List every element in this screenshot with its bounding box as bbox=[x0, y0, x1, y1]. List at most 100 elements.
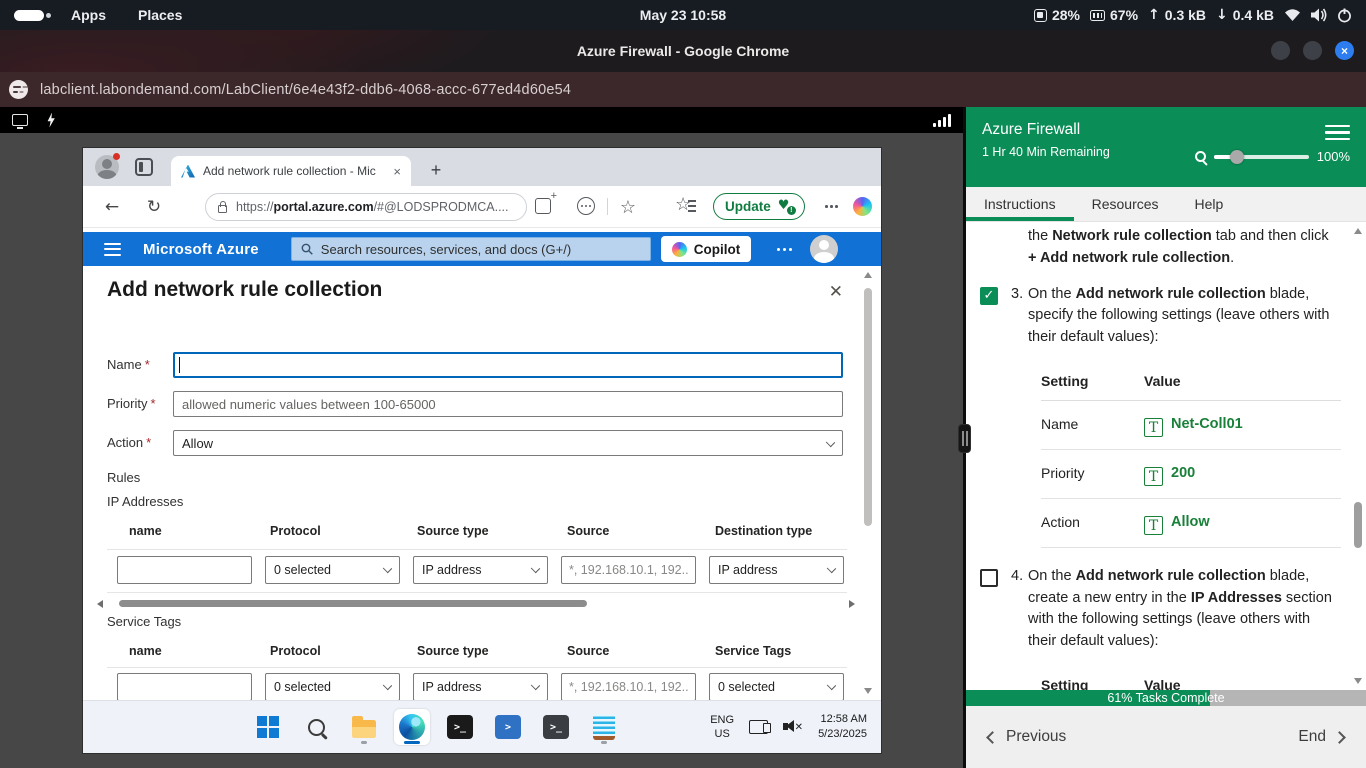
panel-scrollbar[interactable] bbox=[1352, 224, 1364, 688]
zoom-slider-knob[interactable] bbox=[1230, 150, 1244, 164]
lab-instructions-panel: Azure Firewall 1 Hr 40 Min Remaining 100… bbox=[966, 107, 1366, 768]
system-clock[interactable]: May 23 10:58 bbox=[640, 0, 726, 30]
chrome-url-text[interactable]: labclient.labondemand.com/LabClient/6e4e… bbox=[40, 82, 571, 98]
edge-menu-icon[interactable] bbox=[825, 205, 838, 208]
actions-lightning-icon[interactable] bbox=[46, 113, 56, 128]
service-tags-dropdown[interactable]: 0 selected bbox=[709, 673, 844, 700]
edge-active-tab[interactable]: Add network rule collection - Mic × bbox=[171, 156, 411, 186]
refresh-button[interactable]: ↻ bbox=[141, 194, 167, 220]
powershell-button[interactable]: > bbox=[490, 709, 526, 745]
notepad-button[interactable] bbox=[586, 709, 622, 745]
previous-button[interactable]: Previous bbox=[988, 728, 1066, 746]
ip-source-type-dropdown[interactable]: IP address bbox=[413, 556, 548, 584]
grid-horizontal-scrollbar[interactable] bbox=[111, 599, 841, 608]
net-upload-indicator[interactable]: ↑ 0.3 kB bbox=[1148, 7, 1206, 23]
edge-address-bar[interactable]: https://portal.azure.com/#@LODSPRODMCA..… bbox=[205, 193, 527, 221]
ip-source-input[interactable] bbox=[561, 556, 696, 584]
split-screen-icon[interactable] bbox=[535, 198, 551, 214]
scroll-down-arrow[interactable] bbox=[1354, 678, 1362, 684]
portal-more-icon[interactable] bbox=[777, 248, 792, 251]
lock-icon[interactable] bbox=[218, 205, 227, 213]
scroll-left-arrow[interactable] bbox=[97, 600, 103, 608]
name-input[interactable] bbox=[173, 352, 843, 378]
back-button[interactable]: ← bbox=[99, 194, 125, 220]
new-tab-button[interactable]: + bbox=[423, 157, 449, 183]
scroll-up-arrow[interactable] bbox=[864, 272, 872, 278]
account-avatar[interactable] bbox=[810, 235, 838, 263]
end-button[interactable]: End bbox=[1298, 728, 1344, 746]
scroll-right-arrow[interactable] bbox=[849, 600, 855, 608]
lab-menu-icon[interactable] bbox=[1325, 125, 1350, 140]
display-icon[interactable] bbox=[12, 114, 28, 126]
cpu-icon bbox=[1034, 9, 1047, 22]
tab-search-icon[interactable] bbox=[135, 158, 153, 176]
zoom-magnifier-icon[interactable] bbox=[1195, 151, 1206, 162]
apps-menu[interactable]: Apps bbox=[59, 3, 118, 27]
service-source-type-dropdown[interactable]: IP address bbox=[413, 673, 548, 700]
favorites-list-icon[interactable]: ☆ bbox=[675, 194, 696, 215]
blade-vertical-scrollbar[interactable] bbox=[863, 270, 873, 696]
terminal-button[interactable]: >_ bbox=[538, 709, 574, 745]
tab-instructions[interactable]: Instructions bbox=[966, 187, 1074, 221]
minimize-button[interactable] bbox=[1271, 41, 1290, 60]
start-button[interactable] bbox=[250, 709, 286, 745]
extensions-icon[interactable] bbox=[577, 197, 595, 215]
language-indicator[interactable]: ENG US bbox=[710, 713, 734, 742]
tab-close-icon[interactable]: × bbox=[393, 164, 401, 179]
memory-indicator[interactable]: 67% bbox=[1090, 7, 1138, 23]
lab-panel-header: Azure Firewall 1 Hr 40 Min Remaining 100… bbox=[966, 107, 1366, 187]
volume-muted-icon[interactable]: ✕ bbox=[783, 719, 803, 735]
network-tray-icon[interactable] bbox=[749, 720, 768, 734]
required-asterisk: * bbox=[145, 357, 150, 372]
places-menu[interactable]: Places bbox=[126, 3, 194, 27]
edge-update-button[interactable]: Update bbox=[713, 193, 805, 220]
step3-checkbox[interactable]: ✓ bbox=[980, 287, 998, 305]
zoom-slider[interactable] bbox=[1214, 155, 1309, 159]
tab-resources[interactable]: Resources bbox=[1074, 187, 1177, 221]
ip-destination-type-dropdown[interactable]: IP address bbox=[709, 556, 844, 584]
edge-taskbar-button[interactable] bbox=[394, 709, 430, 745]
portal-menu-icon[interactable] bbox=[104, 243, 121, 256]
taskbar-clock[interactable]: 12:58 AM 5/23/2025 bbox=[818, 712, 867, 742]
power-icon[interactable] bbox=[1337, 8, 1352, 23]
priority-input[interactable] bbox=[173, 391, 843, 417]
action-dropdown[interactable]: Allow bbox=[173, 430, 843, 456]
copilot-button[interactable]: Copilot bbox=[661, 236, 752, 262]
chrome-url-bar[interactable]: labclient.labondemand.com/LabClient/6e4e… bbox=[0, 72, 1366, 107]
type-text-icon: T bbox=[1144, 467, 1163, 486]
blade-close-icon[interactable]: ✕ bbox=[829, 282, 843, 302]
scroll-up-arrow[interactable] bbox=[1354, 228, 1362, 234]
net-download-indicator[interactable]: ↓ 0.4 kB bbox=[1216, 7, 1274, 23]
activities-indicator[interactable] bbox=[14, 10, 51, 21]
cmd-button[interactable]: >_ bbox=[442, 709, 478, 745]
wifi-icon[interactable] bbox=[1284, 8, 1301, 22]
scroll-down-arrow[interactable] bbox=[864, 688, 872, 694]
close-window-button[interactable]: × bbox=[1335, 41, 1354, 60]
ip-rule-name-input[interactable] bbox=[117, 556, 252, 584]
copilot-icon[interactable] bbox=[853, 197, 872, 216]
edge-url-text[interactable]: https://portal.azure.com/#@LODSPRODMCA..… bbox=[236, 200, 509, 214]
maximize-button[interactable] bbox=[1303, 41, 1322, 60]
blade-title: Add network rule collection bbox=[107, 278, 382, 302]
service-rule-name-input[interactable] bbox=[117, 673, 252, 700]
service-source-input[interactable] bbox=[561, 673, 696, 700]
azure-search-box[interactable]: Search resources, services, and docs (G+… bbox=[291, 237, 651, 261]
panel-scrollbar-thumb[interactable] bbox=[1354, 502, 1362, 548]
progress-label: 61% Tasks Complete bbox=[966, 690, 1366, 706]
file-explorer-button[interactable] bbox=[346, 709, 382, 745]
favorite-star-icon[interactable]: ☆ bbox=[615, 194, 641, 220]
azure-brand[interactable]: Microsoft Azure bbox=[143, 241, 259, 258]
tab-help[interactable]: Help bbox=[1177, 187, 1242, 221]
hscrollbar-thumb[interactable] bbox=[119, 600, 587, 607]
scrollbar-thumb[interactable] bbox=[864, 288, 872, 526]
step4-checkbox[interactable] bbox=[980, 569, 998, 587]
settings-table-1: Setting Value Name TNet-Coll01 Priority … bbox=[1041, 365, 1341, 548]
service-protocol-dropdown[interactable]: 0 selected bbox=[265, 673, 400, 700]
step2-text-tail: the Network rule collection tab and then… bbox=[1028, 226, 1340, 270]
panel-resize-handle[interactable] bbox=[958, 424, 971, 453]
ip-protocol-dropdown[interactable]: 0 selected bbox=[265, 556, 400, 584]
cpu-indicator[interactable]: 28% bbox=[1034, 7, 1080, 23]
search-button[interactable] bbox=[298, 709, 334, 745]
site-settings-icon[interactable] bbox=[9, 80, 28, 99]
volume-icon[interactable] bbox=[1311, 8, 1327, 22]
